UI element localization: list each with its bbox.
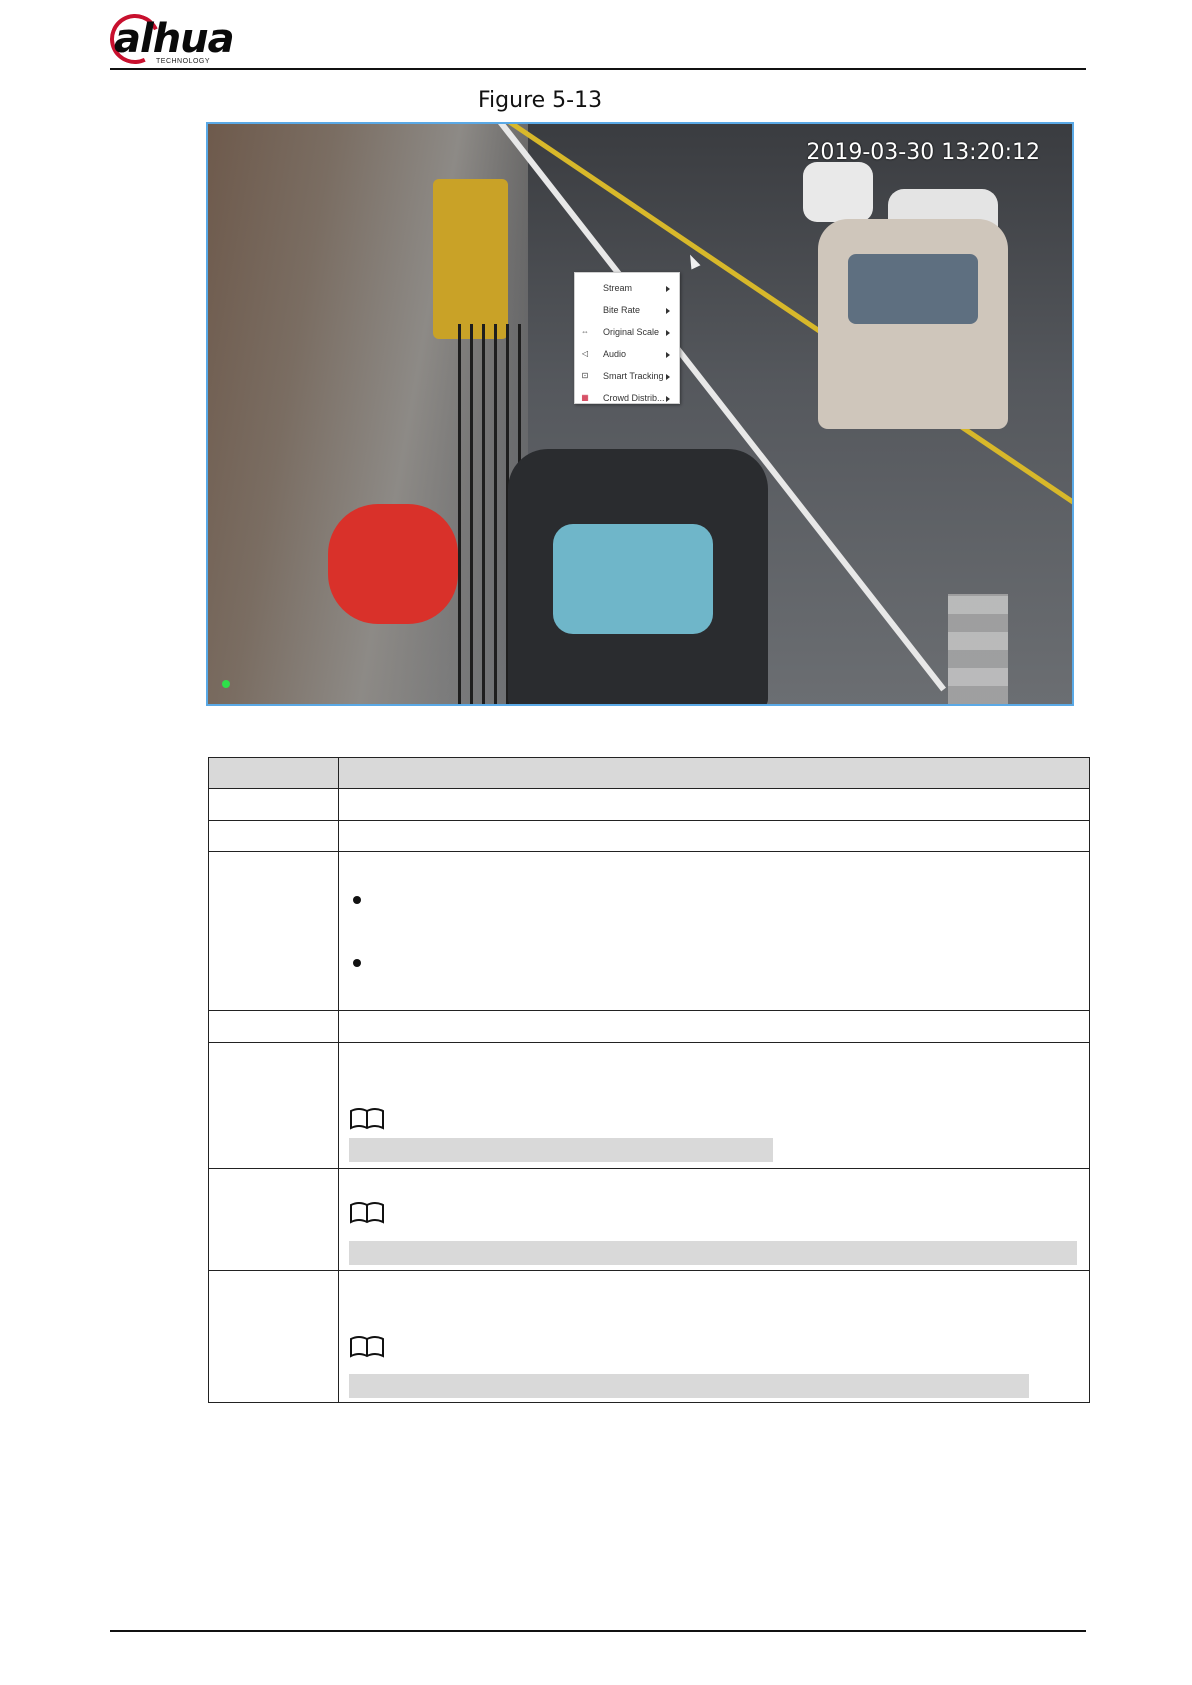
white-car [803, 162, 873, 222]
menu-item-label: Smart Tracking [603, 371, 664, 381]
menu-item-label: Original Scale [603, 327, 660, 337]
table-cell [338, 788, 1090, 821]
speaker-icon: ◁ [581, 349, 589, 358]
video-timestamp: 2019-03-30 13:20:12 [806, 140, 1040, 165]
note-text-bar [349, 1241, 1077, 1265]
table-row [208, 1270, 1090, 1403]
table-cell [338, 1168, 1090, 1271]
menu-item-stream[interactable]: Stream [575, 277, 679, 299]
table-row [208, 851, 1090, 1011]
table-row [208, 820, 1090, 852]
menu-item-bite-rate[interactable]: Bite Rate [575, 299, 679, 321]
table-header-row [208, 757, 1090, 789]
table-cell [208, 1010, 339, 1043]
note-book-icon [350, 1108, 384, 1130]
logo-subtext: TECHNOLOGY [156, 58, 211, 65]
red-scooter [328, 504, 458, 624]
table-cell [338, 1042, 1090, 1169]
note-book-icon [350, 1202, 384, 1224]
table-header-cell [338, 757, 1090, 789]
pixelated-area [948, 594, 1008, 704]
menu-item-crowd-distribution[interactable]: ▦ Crowd Distrib... [575, 387, 679, 409]
table-header-cell [208, 757, 339, 789]
context-menu: Stream Bite Rate ⇔ Original Scale ◁ Audi… [574, 272, 680, 404]
menu-item-smart-tracking[interactable]: ⊡ Smart Tracking [575, 365, 679, 387]
tracking-icon: ⊡ [581, 371, 589, 380]
submenu-arrow-icon [666, 396, 670, 402]
menu-item-label: Audio [603, 349, 627, 359]
submenu-arrow-icon [666, 374, 670, 380]
logo-wordmark: alhua [114, 16, 235, 62]
bullet-point [353, 896, 361, 904]
table-row [208, 1010, 1090, 1043]
submenu-arrow-icon [666, 352, 670, 358]
table-cell [208, 851, 339, 1011]
note-text-bar [349, 1374, 1029, 1398]
live-video-frame[interactable]: 2019-03-30 13:20:12 Stream Bite Rate ⇔ O… [206, 122, 1074, 706]
crowd-icon: ▦ [581, 393, 589, 402]
live-status-dot [222, 680, 230, 688]
submenu-arrow-icon [666, 330, 670, 336]
footer-rule [110, 1630, 1086, 1632]
header-rule [110, 68, 1086, 70]
menu-item-label: Crowd Distrib... [603, 393, 665, 403]
table-cell [338, 820, 1090, 852]
table-cell [208, 1168, 339, 1271]
table-cell [208, 820, 339, 852]
table-cell [338, 1270, 1090, 1403]
van-windshield [848, 254, 978, 324]
scale-icon: ⇔ [581, 327, 589, 336]
table-row [208, 1168, 1090, 1271]
beige-van [818, 219, 1008, 429]
parameter-table [208, 757, 1090, 1403]
submenu-arrow-icon [666, 308, 670, 314]
yellow-loader-vehicle [433, 179, 508, 339]
menu-item-label: Stream [603, 283, 633, 293]
table-cell [338, 851, 1090, 1011]
table-cell [208, 1042, 339, 1169]
table-row [208, 788, 1090, 821]
menu-item-label: Bite Rate [603, 305, 641, 315]
submenu-arrow-icon [666, 286, 670, 292]
menu-item-audio[interactable]: ◁ Audio [575, 343, 679, 365]
bullet-point [353, 959, 361, 967]
dahua-logo: alhua TECHNOLOGY [102, 6, 260, 72]
figure-caption: Figure 5-13 [478, 88, 603, 113]
table-cell [208, 1270, 339, 1403]
table-row [208, 1042, 1090, 1169]
menu-item-original-scale[interactable]: ⇔ Original Scale [575, 321, 679, 343]
note-book-icon [350, 1336, 384, 1358]
table-cell [338, 1010, 1090, 1043]
table-cell [208, 788, 339, 821]
dark-car-windshield [553, 524, 713, 634]
note-text-bar [349, 1138, 773, 1162]
